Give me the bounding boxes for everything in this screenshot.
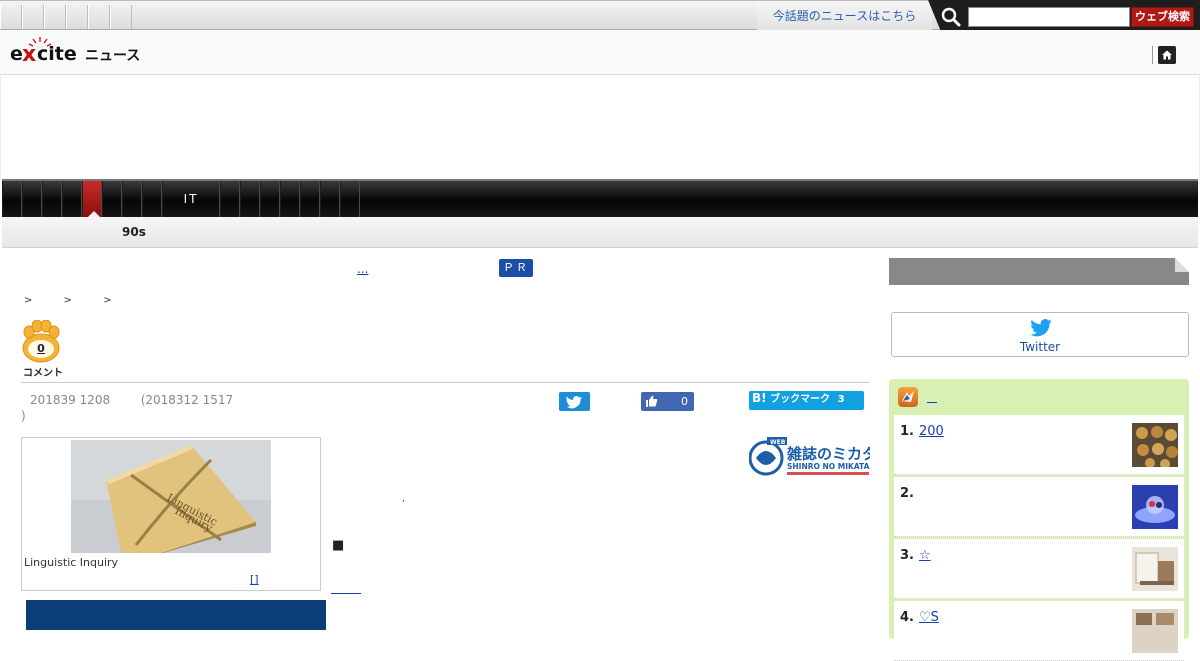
category-tab[interactable]: [62, 181, 82, 217]
rank-title[interactable]: ♡S: [919, 610, 939, 625]
category-tab[interactable]: [300, 181, 320, 217]
blue-banner[interactable]: [26, 600, 326, 630]
article-photo[interactable]: Linguistic Inquiry: [71, 440, 271, 553]
excite-logo-icon: e x cite ニュース: [10, 37, 140, 67]
category-tab-it[interactable]: IT: [162, 181, 220, 217]
source-logo[interactable]: WEB 雑誌のミカタ SHINRO NO MIKATA: [749, 437, 870, 477]
svg-text:ニュース: ニュース: [85, 48, 140, 64]
date-close: ): [21, 409, 26, 423]
home-icon[interactable]: [1158, 46, 1176, 64]
twitter-label: Twitter: [1019, 340, 1061, 354]
rank-thumbnail[interactable]: [1132, 423, 1178, 467]
top-tab[interactable]: [0, 5, 22, 29]
rank-title[interactable]: ☆: [919, 548, 931, 563]
svg-text:WEB: WEB: [770, 439, 786, 446]
category-nav: IT: [2, 179, 1198, 217]
page-fold: [1175, 258, 1189, 272]
category-tab[interactable]: [42, 181, 62, 217]
divider: [21, 382, 869, 383]
photo-link[interactable]: []: [250, 573, 317, 586]
category-tab[interactable]: [240, 181, 260, 217]
rank-thumbnail[interactable]: [1132, 485, 1178, 529]
category-tab[interactable]: [260, 181, 280, 217]
source-name-en: SHINRO NO MIKATA: [787, 462, 870, 471]
ranking-title-link[interactable]: [927, 390, 937, 403]
rank-thumbnail[interactable]: [1132, 609, 1178, 653]
category-tab[interactable]: [142, 181, 162, 217]
sub-nav: 90s: [2, 217, 1198, 248]
photo-caption: Linguistic Inquiry: [24, 556, 119, 569]
top-tab[interactable]: [88, 5, 110, 29]
ranking-item[interactable]: 4. ♡S: [894, 601, 1184, 661]
top-tabs: [0, 5, 132, 29]
thumbs-up-icon: [646, 395, 658, 407]
ad-banner-area: [0, 75, 1200, 179]
source-name: 雑誌のミカタ: [786, 445, 870, 463]
rank-number: 1.: [900, 424, 914, 439]
category-tab[interactable]: [280, 181, 300, 217]
comment-count-badge[interactable]: 0: [21, 319, 61, 364]
trending-news-link[interactable]: 今話題のニュースはこちら: [757, 1, 932, 31]
date-updated: (2018312 1517: [140, 393, 234, 407]
top-tab[interactable]: [110, 5, 132, 29]
top-tab[interactable]: [22, 5, 44, 29]
hatena-label: ブックマーク: [770, 394, 831, 405]
category-tab[interactable]: [122, 181, 142, 217]
category-tab[interactable]: [220, 181, 240, 217]
top-tab[interactable]: [44, 5, 66, 29]
comment-label: コメント: [23, 368, 63, 379]
pr-link[interactable]: ...: [357, 262, 488, 276]
comment-count[interactable]: 0: [21, 342, 61, 355]
rank-thumbnail[interactable]: [1132, 547, 1178, 591]
ranking-item[interactable]: 2.: [894, 477, 1184, 537]
svg-text:cite: cite: [37, 43, 77, 65]
svg-text:e: e: [10, 43, 23, 65]
header-separator: [1152, 46, 1153, 64]
rank-number: 4.: [900, 610, 914, 625]
twitter-follow-box[interactable]: Twitter: [891, 312, 1189, 357]
search-icon[interactable]: [940, 6, 962, 28]
web-search-button[interactable]: ウェブ検索: [1131, 7, 1194, 27]
category-tab[interactable]: [22, 181, 42, 217]
ranking-box: 1. 200 2. 3. ☆ 4. ♡S: [889, 379, 1189, 661]
svg-text:x: x: [22, 42, 36, 66]
hatena-bookmark-button[interactable]: B! ブックマーク 3: [749, 391, 864, 410]
category-tab[interactable]: [102, 181, 122, 217]
top-tab[interactable]: [66, 5, 88, 29]
breadcrumb: > > >: [24, 295, 126, 306]
rank-number: 3.: [900, 548, 914, 563]
site-header: e x cite ニュース: [0, 30, 1200, 75]
pr-badge: ＰＲ: [499, 259, 533, 277]
inline-link[interactable]: [331, 582, 361, 594]
ranking-item[interactable]: 3. ☆: [894, 539, 1184, 599]
facebook-like-button[interactable]: 0: [641, 392, 694, 411]
category-tab[interactable]: [340, 181, 360, 217]
article-dates: 201839 1208 (2018312 1517: [30, 393, 233, 407]
ranking-icon: [898, 387, 918, 407]
hatena-count: 3: [837, 394, 845, 405]
sidebar-header: [889, 258, 1189, 285]
twitter-share-button[interactable]: [559, 392, 590, 411]
section-marker: ■: [332, 538, 345, 553]
search-input[interactable]: [968, 7, 1130, 27]
date-published: 201839 1208: [30, 393, 111, 407]
article-photo-box: Linguistic Inquiry Linguistic Inquiry []: [21, 437, 321, 591]
category-tab[interactable]: [2, 181, 22, 217]
ranking-item[interactable]: 1. 200: [894, 415, 1184, 475]
like-count: 0: [681, 395, 688, 408]
subnav-title[interactable]: 90s: [122, 225, 146, 239]
twitter-bird-icon: [1030, 319, 1052, 337]
excite-news-logo[interactable]: e x cite ニュース: [10, 36, 140, 69]
body-text-fragment: ,: [402, 494, 405, 504]
rank-number: 2.: [900, 486, 914, 501]
category-tab[interactable]: [320, 181, 340, 217]
pr-line: ...: [357, 262, 488, 276]
rank-title[interactable]: 200: [919, 424, 994, 439]
hatena-icon: B!: [752, 391, 767, 405]
